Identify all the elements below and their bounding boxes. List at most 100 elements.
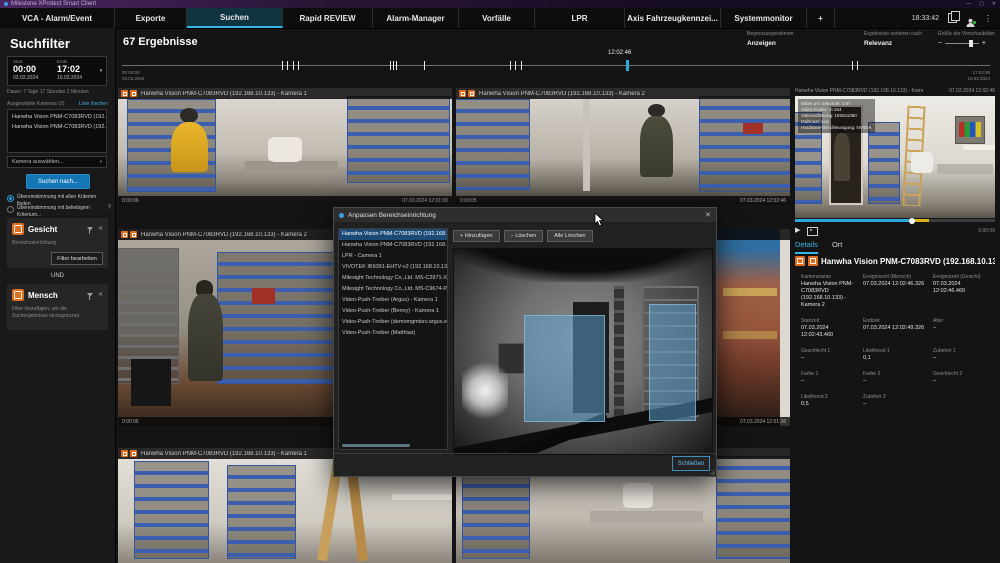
face-event-icon [130, 90, 137, 97]
camera-list-item[interactable]: Hanwha Vision PNM-C7083RVD (192.168.10.1… [8, 112, 106, 122]
play-icon[interactable]: ▶ [795, 226, 800, 236]
camera-list-item[interactable]: Hanwha Vision PNM-C7083RVD (192.168.10.1… [8, 122, 106, 132]
face-event-icon [130, 231, 137, 238]
export-icon[interactable] [948, 13, 957, 23]
playhead-handle[interactable] [909, 218, 915, 224]
results-timeline[interactable] [122, 65, 990, 66]
dialog-camera-item[interactable]: LPR - Camera 1 [339, 251, 447, 262]
detection-area-box[interactable] [649, 304, 697, 421]
timeline-marker-time: 12:02:46 [608, 50, 631, 56]
dialog-titlebar[interactable]: Anpassen Bereichseinrichtung ✕ [334, 208, 716, 222]
tab-rapid-review[interactable]: Rapid REVIEW [283, 8, 373, 28]
results-count-heading: 67 Ergebnisse [123, 36, 198, 48]
bounding-box-control: Begrenzungsrahmen Anzeigen [747, 31, 793, 47]
dialog-camera-item[interactable]: Video-Push-Treiber (Matthias) [339, 328, 447, 339]
preview-header: Hanwha Vision PNM-C7083RVD (192.168.10.1… [795, 88, 995, 94]
radio-match-all[interactable] [7, 195, 14, 202]
edit-filter-button[interactable]: Filter bearbeiten [51, 252, 103, 265]
result-tile[interactable]: Hanwha Vision PNM-C7083RVD (192.168.10.1… [456, 88, 790, 205]
window-title: Milestone XProtect Smart Client [11, 0, 96, 8]
main-tabbar: VCA - Alarm/Event Exporte Suchen Rapid R… [0, 8, 1000, 29]
maximize-button[interactable]: ▢ [979, 0, 984, 8]
clock: 18:33:42 [912, 15, 939, 22]
dialog-close-icon[interactable]: ✕ [705, 211, 711, 219]
help-icon[interactable]: ? [108, 205, 111, 211]
delete-area-button[interactable]: − Löschen [504, 230, 544, 242]
clear-list-link[interactable]: Liste löschen [79, 101, 108, 107]
event-title-row: Hanwha Vision PNM-C7083RVD (192.168.10.1… [795, 256, 995, 266]
sort-dropdown[interactable]: Relevanz [864, 40, 922, 47]
playback-mode-icon[interactable] [807, 227, 818, 236]
detail-field: Geschlecht 1– [801, 348, 857, 362]
filter-funnel-icon[interactable] [87, 227, 93, 231]
end-time: 17:02 [57, 64, 96, 75]
detail-field: Zubehör 1– [933, 348, 993, 362]
tab-ort[interactable]: Ort [832, 240, 842, 254]
filter-card-mensch: Mensch ✕ Filter hinzufügen, um die Suche… [7, 284, 108, 330]
size-plus-button[interactable]: + [982, 40, 986, 47]
tab-suchen[interactable]: Suchen [187, 8, 283, 28]
size-minus-button[interactable]: − [938, 40, 942, 47]
detail-field: Zubehör 2– [863, 394, 927, 408]
radio-match-any[interactable] [7, 206, 14, 213]
tab-vorfaelle[interactable]: Vorfälle [459, 8, 535, 28]
tab-lpr[interactable]: LPR [535, 8, 625, 28]
time-range-picker[interactable]: Start 00:00 03.03.2024 Ende 17:02 10.03.… [7, 56, 107, 86]
detail-field: Likelihood 10,1 [863, 348, 927, 362]
camera-select-dropdown[interactable]: Kamera auswählen... ▾ [7, 156, 107, 168]
playback-progress-bar[interactable] [795, 219, 995, 222]
chevron-down-icon[interactable]: ▾ [96, 57, 106, 85]
clip-duration: 0:00:06 [978, 228, 995, 234]
horizontal-scrollbar[interactable] [342, 444, 410, 447]
tab-systemmonitor[interactable]: Systemmonitor [721, 8, 807, 28]
dialog-camera-item[interactable]: VIVOTEK IB9391-EHTV-v2 (192.168.10.132) … [339, 262, 447, 273]
detection-area-box[interactable] [524, 315, 604, 422]
minimize-button[interactable]: — [966, 0, 971, 8]
dialog-camera-list: Hanwha Vision PNM-C7083RVD (192.168.10.1… [338, 228, 448, 450]
dialog-camera-item[interactable]: Milesight Technology Co.,Ltd. MS-C9674-P… [339, 284, 447, 295]
preview-video[interactable]: Bilder pro Sekunde: 1,87 Video-Codec: H.… [795, 96, 995, 218]
filter-note: Filter hinzufügen, um die Suchergebnisse… [12, 306, 103, 320]
resize-grip[interactable] [709, 469, 715, 475]
tab-add[interactable]: + [807, 8, 835, 28]
close-button[interactable]: ✕ [992, 0, 996, 8]
add-area-button[interactable]: + Hinzufügen [453, 230, 500, 242]
dialog-camera-item[interactable]: Video-Push-Treiber (Benny) - Kamera 1 [339, 306, 447, 317]
dialog-camera-item[interactable]: Milesight Technology Co.,Ltd. MS-C2971-X… [339, 273, 447, 284]
tab-vca-alarm-event[interactable]: VCA - Alarm/Event [0, 8, 115, 28]
timeline-marker[interactable] [626, 60, 629, 71]
search-for-button[interactable]: Suchen nach... [26, 174, 90, 189]
slider-handle[interactable] [969, 40, 973, 47]
dialog-camera-item[interactable]: Hanwha Vision PNM-C7083RVD (192.168.10.1… [339, 240, 447, 251]
tab-exporte[interactable]: Exporte [115, 8, 187, 28]
dialog-footer: Schließen [334, 453, 716, 476]
filter-funnel-icon[interactable] [87, 293, 93, 297]
tab-details[interactable]: Details [795, 240, 818, 254]
bounding-box-dropdown[interactable]: Anzeigen [747, 40, 793, 47]
chevron-down-icon: ▾ [100, 159, 102, 165]
search-filter-sidebar: Suchfilter ⋮ Start 00:00 03.03.2024 Ende… [0, 28, 116, 563]
tab-alarm-manager[interactable]: Alarm-Manager [373, 8, 459, 28]
operator-label: UND [0, 273, 115, 279]
detail-field: Startzeit07.03.2024 12:02:43.460 [801, 318, 857, 339]
sidebar-kebab-icon[interactable]: ⋮ [56, 38, 64, 47]
size-slider[interactable] [945, 43, 979, 44]
remove-filter-icon[interactable]: ✕ [98, 292, 103, 298]
face-event-icon [808, 256, 818, 266]
result-tile[interactable]: Hanwha Vision PNM-C7083RVD (192.168.10.1… [118, 88, 452, 205]
area-setup-preview[interactable] [453, 248, 713, 455]
start-date: 03.03.2024 [13, 75, 52, 81]
user-profile-icon[interactable] [966, 14, 975, 23]
dialog-camera-item[interactable]: Video-Push-Treiber (demomgmtsrv.argus.eu… [339, 317, 447, 328]
tab-axis-fahrzeugkennzeichen[interactable]: Axis Fahrzeugkennzei... [625, 8, 721, 28]
dialog-camera-item[interactable]: Hanwha Vision PNM-C7083RVD (192.168.10.1… [339, 229, 447, 240]
kebab-menu-icon[interactable]: ⋮ [984, 14, 992, 23]
event-details-grid: KameranameHanwha Vision PNM-C7083RVD (19… [801, 274, 993, 408]
dialog-close-button[interactable]: Schließen [672, 456, 710, 471]
dialog-camera-item[interactable]: Video-Push-Treiber (Argus) - Kamera 1 [339, 295, 447, 306]
human-event-icon [459, 90, 466, 97]
remove-filter-icon[interactable]: ✕ [98, 226, 103, 232]
mouse-cursor [594, 213, 604, 227]
delete-all-areas-button[interactable]: Alle Löschen [547, 230, 593, 242]
timeline-start-label: 00:00:00 03.03.2024 [122, 70, 145, 82]
